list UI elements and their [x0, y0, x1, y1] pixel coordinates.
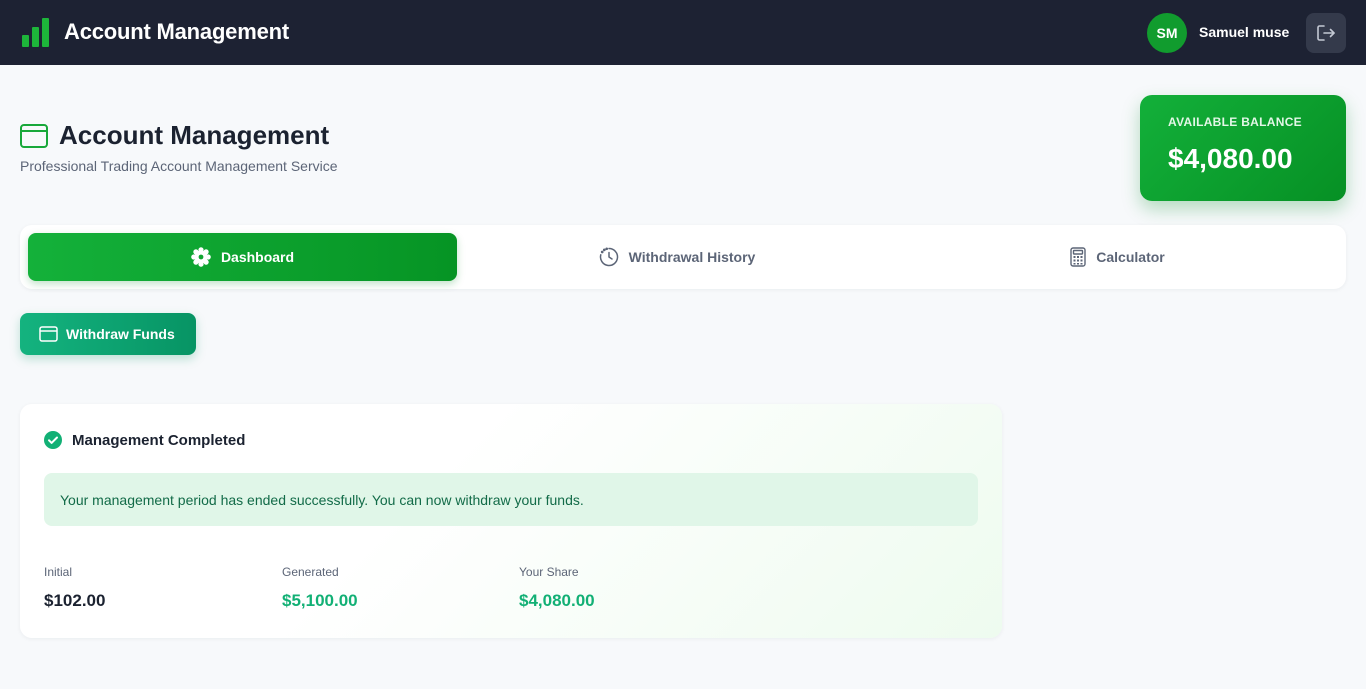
- top-bar: Account Management SM Samuel muse: [0, 0, 1366, 65]
- wallet-icon: [39, 326, 58, 342]
- balance-label: AVAILABLE BALANCE: [1168, 115, 1302, 129]
- user-name[interactable]: Samuel muse: [1199, 24, 1289, 40]
- tab-withdrawal-history[interactable]: Withdrawal History: [457, 233, 897, 281]
- gear-icon: [191, 247, 211, 267]
- calculator-icon: [1070, 247, 1086, 267]
- balance-card: AVAILABLE BALANCE $4,080.00: [1140, 95, 1346, 201]
- page-subtitle: Professional Trading Account Management …: [20, 158, 338, 174]
- avatar[interactable]: SM: [1147, 13, 1187, 53]
- logout-button[interactable]: [1306, 13, 1346, 53]
- stat-value: $4,080.00: [519, 591, 595, 610]
- clock-icon: [599, 247, 618, 267]
- stat-value: $5,100.00: [282, 591, 358, 610]
- logout-icon: [1317, 25, 1335, 41]
- management-status-card: Management Completed Your management per…: [20, 404, 1002, 638]
- stat-your-share: Your Share $4,080.00: [519, 565, 595, 611]
- tab-label: Dashboard: [220, 249, 295, 265]
- withdraw-funds-button[interactable]: Withdraw Funds: [20, 313, 196, 355]
- page-title: Account Management: [59, 120, 330, 150]
- status-message: Your management period has ended success…: [44, 473, 978, 526]
- logo-icon: [22, 18, 50, 47]
- tab-calculator[interactable]: Calculator: [897, 233, 1338, 281]
- tab-bar: Dashboard Withdrawal History Calculator: [20, 225, 1346, 289]
- stat-initial: Initial $102.00: [44, 565, 105, 611]
- status-title: Management Completed: [72, 432, 246, 449]
- tab-label: Calculator: [1096, 249, 1165, 265]
- stat-generated: Generated $5,100.00: [282, 565, 358, 611]
- withdraw-funds-label: Withdraw Funds: [66, 326, 175, 342]
- stat-label: Generated: [282, 565, 339, 579]
- app-title: Account Management: [64, 19, 289, 44]
- stat-label: Initial: [44, 565, 73, 579]
- stat-value: $102.00: [44, 591, 106, 610]
- check-circle-icon: [44, 431, 62, 449]
- balance-value: $4,080.00: [1168, 143, 1293, 174]
- tab-label: Withdrawal History: [628, 249, 756, 265]
- wallet-icon: [20, 124, 48, 148]
- stat-label: Your Share: [519, 565, 579, 579]
- tab-dashboard[interactable]: Dashboard: [28, 233, 457, 281]
